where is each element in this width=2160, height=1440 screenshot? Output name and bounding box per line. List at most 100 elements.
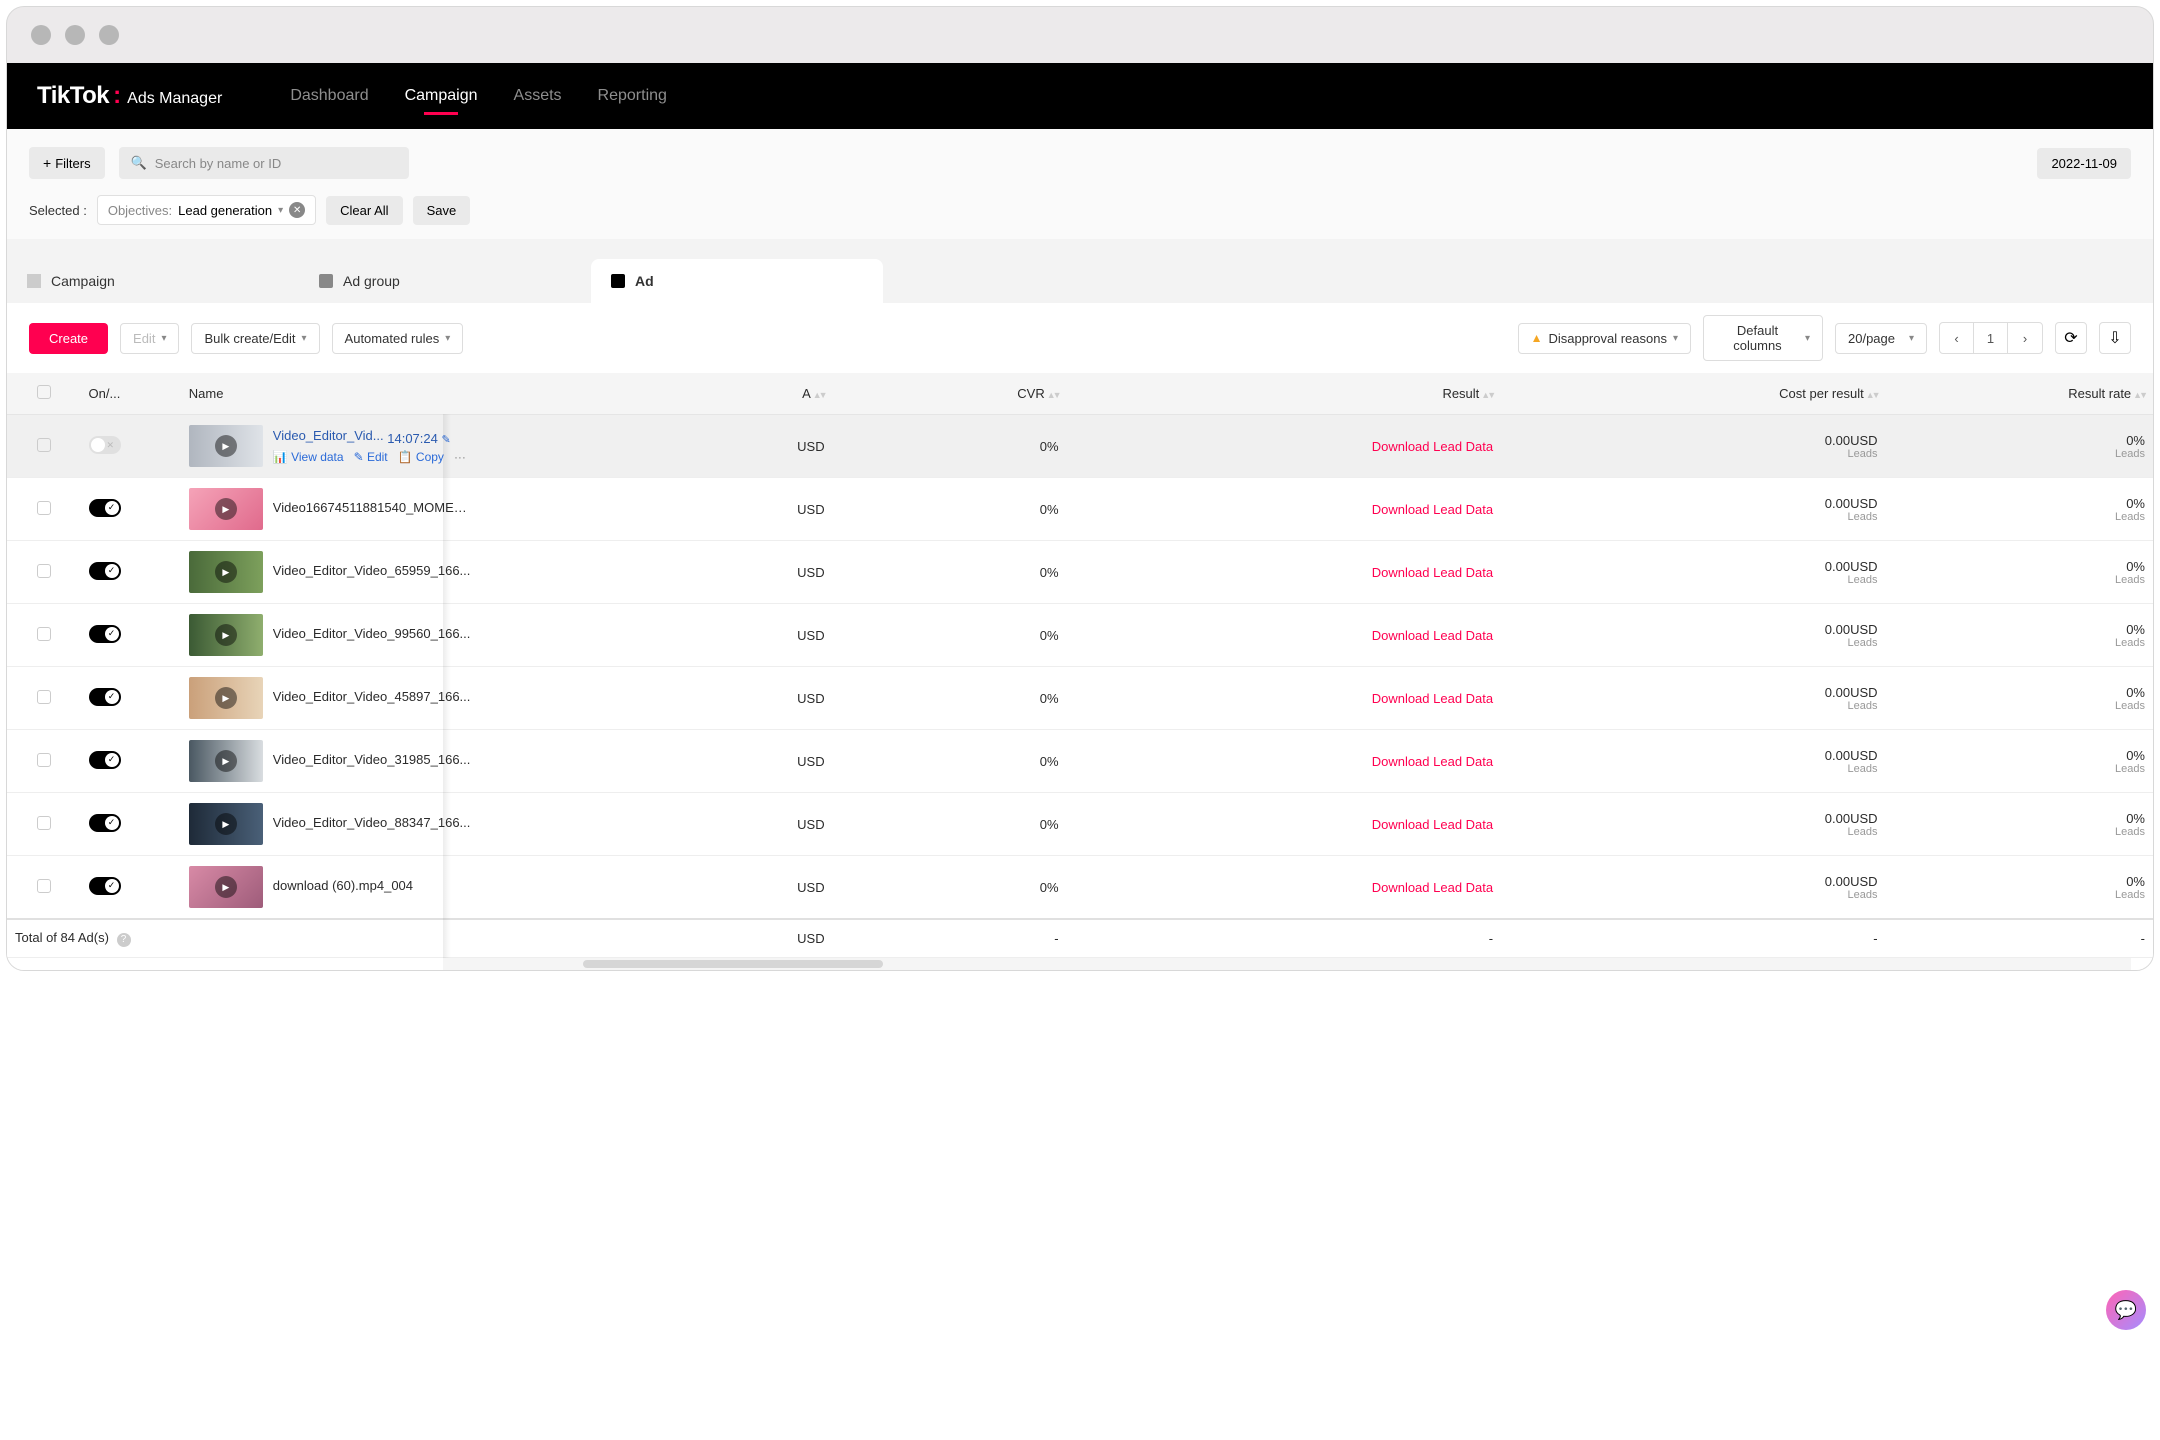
chat-bubble[interactable]: 💬 <box>2106 1290 2146 1330</box>
sort-icon: ▲▼ <box>2133 390 2145 400</box>
download-lead-data-link[interactable]: Download Lead Data <box>1372 502 1493 517</box>
row-checkbox[interactable] <box>37 627 51 641</box>
view-data-link[interactable]: 📊 View data <box>273 450 344 464</box>
rules-button[interactable]: Automated rules ▾ <box>332 323 464 354</box>
ad-name-link[interactable]: Video_Editor_Vid... <box>273 428 384 443</box>
col-name[interactable]: Name <box>181 373 682 415</box>
row-toggle[interactable] <box>89 877 121 895</box>
nav-dashboard[interactable]: Dashboard <box>290 67 368 125</box>
ad-thumbnail[interactable] <box>189 677 263 719</box>
row-checkbox[interactable] <box>37 501 51 515</box>
page-size-select[interactable]: 20/page ▾ <box>1835 323 1927 354</box>
download-lead-data-link[interactable]: Download Lead Data <box>1372 880 1493 895</box>
h-scrollbar[interactable] <box>443 958 2131 970</box>
download-lead-data-link[interactable]: Download Lead Data <box>1372 628 1493 643</box>
select-all-checkbox[interactable] <box>37 385 51 399</box>
col-cvr[interactable]: CVR▲▼ <box>833 373 1067 415</box>
ad-thumbnail[interactable] <box>189 866 263 908</box>
totals-cpr: - <box>1501 919 1885 957</box>
pagination: ‹ 1 › <box>1939 322 2043 354</box>
tab-campaign[interactable]: Campaign <box>7 259 299 303</box>
col-on[interactable]: On/... <box>81 373 181 415</box>
tab-ad[interactable]: Ad <box>591 259 883 303</box>
edit-button[interactable]: Edit ▾ <box>120 323 179 354</box>
clear-all-button[interactable]: Clear All <box>326 196 402 225</box>
export-button[interactable]: ⇩ <box>2099 322 2131 354</box>
page-next[interactable]: › <box>2008 323 2042 353</box>
table-row[interactable]: Video16674511881540_MOMENT...USD0%Downlo… <box>7 478 2153 541</box>
ad-thumbnail[interactable] <box>189 425 263 467</box>
chip-key: Objectives: <box>108 203 172 218</box>
download-lead-data-link[interactable]: Download Lead Data <box>1372 565 1493 580</box>
ad-thumbnail[interactable] <box>189 551 263 593</box>
filter-chip-objectives[interactable]: Objectives: Lead generation ▾ ✕ <box>97 195 316 225</box>
col-cpr[interactable]: Cost per result▲▼ <box>1501 373 1885 415</box>
more-actions[interactable]: ··· <box>454 450 466 464</box>
nav-assets[interactable]: Assets <box>514 67 562 125</box>
table-row[interactable]: Video_Editor_Video_65959_166...USD0%Down… <box>7 541 2153 604</box>
table-row[interactable]: download (60).mp4_004USD0%Download Lead … <box>7 856 2153 920</box>
columns-select[interactable]: Default columns ▾ <box>1703 315 1823 361</box>
row-checkbox[interactable] <box>37 879 51 893</box>
bulk-button[interactable]: Bulk create/Edit ▾ <box>191 323 319 354</box>
row-checkbox[interactable] <box>37 564 51 578</box>
chat-icon: 💬 <box>2115 1300 2137 1321</box>
cell-rr: 0% <box>1894 811 2145 826</box>
edit-name-icon[interactable]: ✎ <box>441 434 450 446</box>
edit-link[interactable]: ✎ Edit <box>354 450 388 464</box>
date-picker[interactable]: 2022-11-09 <box>2037 148 2131 179</box>
row-checkbox[interactable] <box>37 816 51 830</box>
row-toggle[interactable]: ✕ <box>89 436 121 454</box>
download-lead-data-link[interactable]: Download Lead Data <box>1372 817 1493 832</box>
cell-cpr-sub: Leads <box>1509 889 1877 901</box>
row-toggle[interactable] <box>89 814 121 832</box>
create-button[interactable]: Create <box>29 323 108 354</box>
col-a[interactable]: A▲▼ <box>682 373 832 415</box>
ad-thumbnail[interactable] <box>189 740 263 782</box>
chip-remove[interactable]: ✕ <box>289 202 305 218</box>
page-current[interactable]: 1 <box>1974 323 2008 353</box>
col-result[interactable]: Result▲▼ <box>1067 373 1502 415</box>
top-nav: Dashboard Campaign Assets Reporting <box>290 67 667 125</box>
search-input[interactable] <box>155 156 397 171</box>
row-toggle[interactable] <box>89 751 121 769</box>
ad-thumbnail[interactable] <box>189 803 263 845</box>
table-row[interactable]: Video_Editor_Video_45897_166...USD0%Down… <box>7 667 2153 730</box>
sort-icon: ▲▼ <box>1481 390 1493 400</box>
cell-cpr: 0.00USD <box>1509 748 1877 763</box>
window-dot <box>31 25 51 45</box>
help-icon[interactable]: ? <box>117 933 131 947</box>
page-prev[interactable]: ‹ <box>1940 323 1974 353</box>
download-lead-data-link[interactable]: Download Lead Data <box>1372 691 1493 706</box>
save-filter-button[interactable]: Save <box>413 196 471 225</box>
cell-rr-sub: Leads <box>1894 700 2145 712</box>
row-toggle[interactable] <box>89 625 121 643</box>
filters-button[interactable]: + Filters <box>29 147 105 179</box>
col-rr[interactable]: Result rate▲▼ <box>1886 373 2153 415</box>
table-row[interactable]: Video_Editor_Video_31985_166...USD0%Down… <box>7 730 2153 793</box>
row-checkbox[interactable] <box>37 753 51 767</box>
row-toggle[interactable] <box>89 688 121 706</box>
table-row[interactable]: Video_Editor_Video_88347_166...USD0%Down… <box>7 793 2153 856</box>
ad-thumbnail[interactable] <box>189 614 263 656</box>
h-scrollbar-thumb[interactable] <box>583 960 883 968</box>
disapproval-button[interactable]: ▲ Disapproval reasons ▾ <box>1518 323 1691 354</box>
copy-link[interactable]: 📋 Copy <box>398 450 444 464</box>
refresh-button[interactable]: ⟳ <box>2055 322 2087 354</box>
download-lead-data-link[interactable]: Download Lead Data <box>1372 439 1493 454</box>
table-row[interactable]: Video_Editor_Video_99560_166...USD0%Down… <box>7 604 2153 667</box>
ad-thumbnail[interactable] <box>189 488 263 530</box>
chevron-down-icon: ▾ <box>1673 333 1678 344</box>
brand-colon: : <box>113 82 121 110</box>
row-toggle[interactable] <box>89 499 121 517</box>
row-checkbox[interactable] <box>37 690 51 704</box>
ad-name: Video_Editor_Video_88347_166... <box>273 815 471 830</box>
download-lead-data-link[interactable]: Download Lead Data <box>1372 754 1493 769</box>
nav-reporting[interactable]: Reporting <box>598 67 667 125</box>
table-row[interactable]: ✕Video_Editor_Vid... 14:07:24 ✎📊 View da… <box>7 415 2153 478</box>
row-toggle[interactable] <box>89 562 121 580</box>
row-checkbox[interactable] <box>37 438 51 452</box>
search-box[interactable]: 🔍 <box>119 147 409 179</box>
nav-campaign[interactable]: Campaign <box>405 67 478 125</box>
tab-adgroup[interactable]: Ad group <box>299 259 591 303</box>
